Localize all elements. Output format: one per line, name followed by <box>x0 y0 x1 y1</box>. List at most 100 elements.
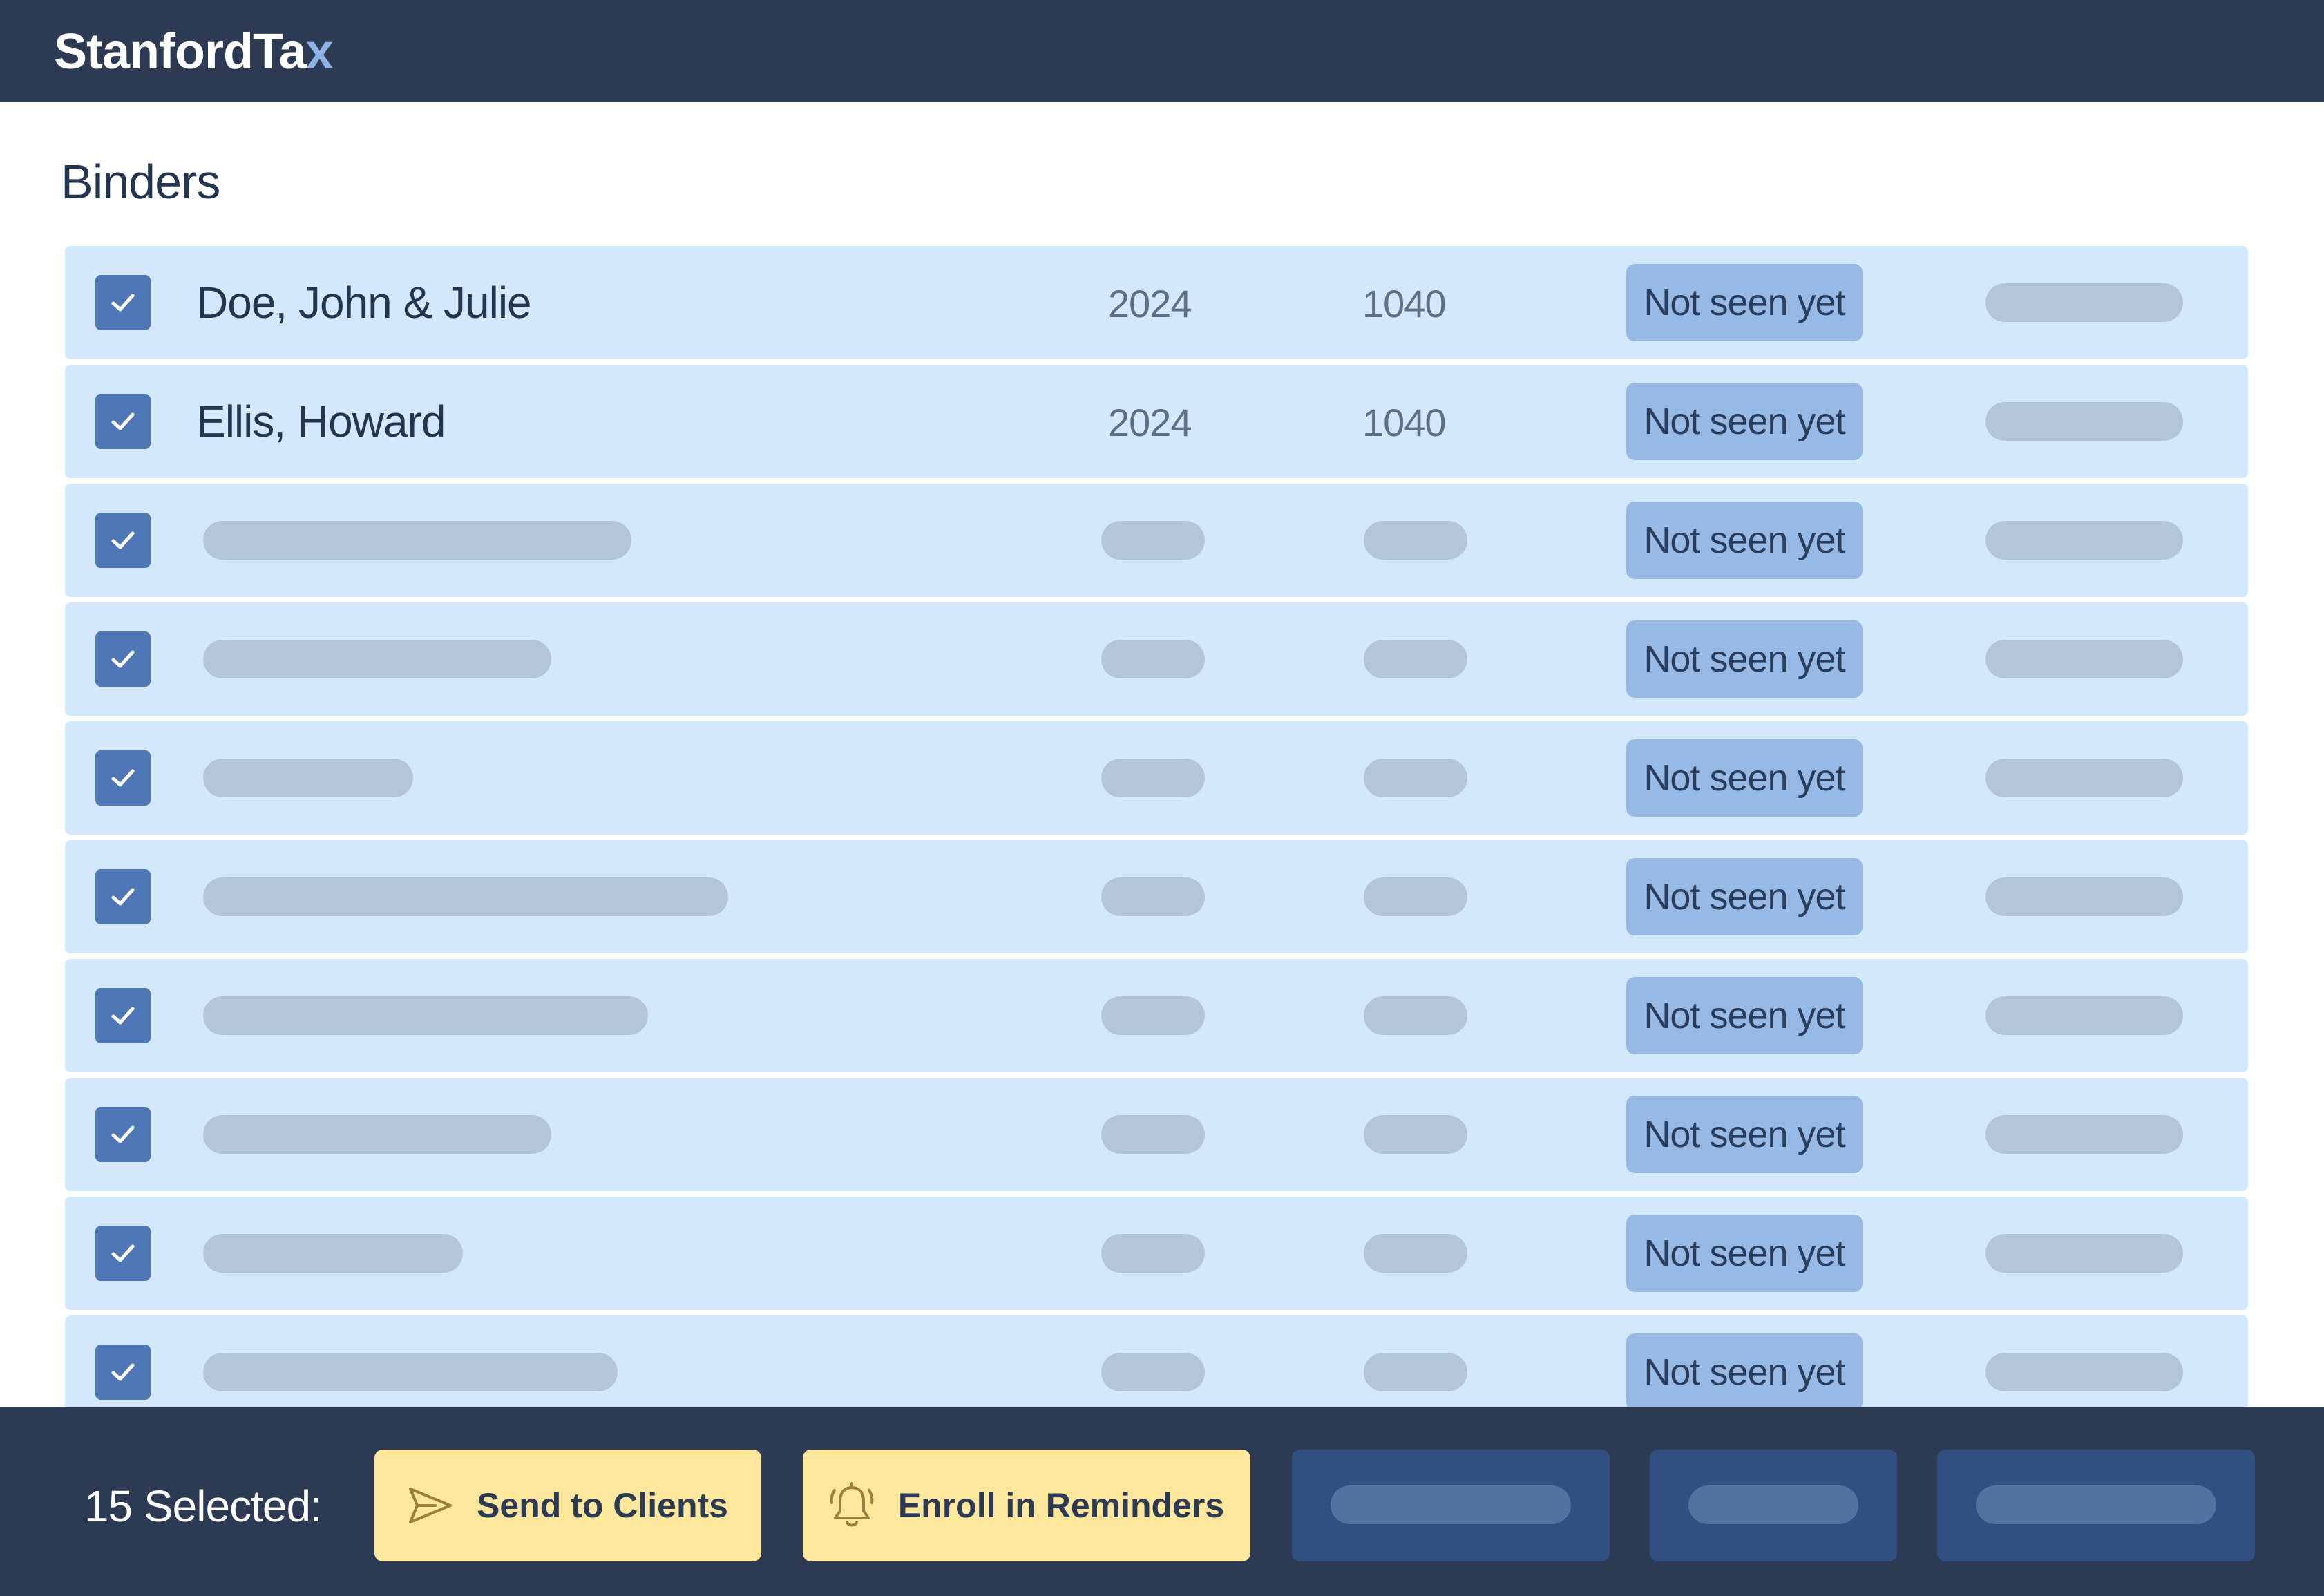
row-checkbox[interactable] <box>95 1226 151 1281</box>
checkmark-icon <box>111 650 135 668</box>
placeholder-bar <box>1985 1353 2183 1391</box>
year-placeholder <box>1101 1353 1205 1391</box>
year-placeholder <box>1101 996 1205 1035</box>
checkmark-icon <box>111 1244 135 1262</box>
checkmark-icon <box>111 531 135 549</box>
checkmark-icon <box>111 1125 135 1143</box>
button-label-placeholder <box>1976 1485 2216 1524</box>
send-icon <box>409 1488 453 1523</box>
top-navigation-bar: StanfordTax <box>0 0 2324 102</box>
placeholder-bar <box>1985 283 2183 322</box>
selected-count: 15 Selected: <box>84 1481 323 1531</box>
checkmark-icon <box>111 412 135 430</box>
checkmark-icon <box>111 769 135 787</box>
bulk-action-bar: 15 Selected: Send to Clients Enroll in R… <box>0 1407 2324 1596</box>
placeholder-bar <box>1985 759 2183 797</box>
row-checkbox[interactable] <box>95 869 151 924</box>
logo-text-main: StanfordTa <box>54 24 307 79</box>
form-type: 1040 <box>1362 401 1447 444</box>
page-title: Binders <box>61 155 220 209</box>
button-label-placeholder <box>1331 1485 1571 1524</box>
secondary-action-button[interactable] <box>1937 1450 2255 1561</box>
row-checkbox[interactable] <box>95 750 151 806</box>
year-placeholder <box>1101 759 1205 797</box>
binder-row[interactable]: Not seen yet <box>65 484 2248 597</box>
checkmark-icon <box>111 1007 135 1025</box>
row-checkbox[interactable] <box>95 1345 151 1400</box>
form-placeholder <box>1364 1234 1467 1273</box>
secondary-action-button[interactable] <box>1292 1450 1610 1561</box>
year-placeholder <box>1101 521 1205 560</box>
row-checkbox[interactable] <box>95 513 151 568</box>
tax-year: 2024 <box>1108 401 1192 444</box>
client-name[interactable]: Doe, John & Julie <box>196 272 532 333</box>
form-placeholder <box>1364 996 1467 1035</box>
row-checkbox[interactable] <box>95 394 151 449</box>
name-placeholder <box>203 640 551 678</box>
placeholder-bar <box>1985 877 2183 916</box>
form-placeholder <box>1364 521 1467 560</box>
form-placeholder <box>1364 759 1467 797</box>
status-badge: Not seen yet <box>1626 1333 1863 1407</box>
enroll-in-reminders-button[interactable]: Enroll in Reminders <box>803 1450 1250 1561</box>
year-placeholder <box>1101 877 1205 916</box>
form-type: 1040 <box>1362 282 1447 325</box>
status-badge: Not seen yet <box>1626 1215 1863 1292</box>
send-to-clients-label: Send to Clients <box>477 1486 728 1525</box>
name-placeholder <box>203 877 728 916</box>
status-badge: Not seen yet <box>1626 977 1863 1054</box>
tax-year: 2024 <box>1108 282 1192 325</box>
name-placeholder <box>203 1115 551 1154</box>
status-badge: Not seen yet <box>1626 739 1863 817</box>
placeholder-bar <box>1985 1115 2183 1154</box>
year-placeholder <box>1101 1234 1205 1273</box>
client-name[interactable]: Ellis, Howard <box>196 391 446 452</box>
send-to-clients-button[interactable]: Send to Clients <box>374 1450 761 1561</box>
year-placeholder <box>1101 1115 1205 1154</box>
name-placeholder <box>203 1353 618 1391</box>
status-badge: Not seen yet <box>1626 383 1863 460</box>
checkmark-icon <box>111 294 135 312</box>
status-badge: Not seen yet <box>1626 620 1863 698</box>
binder-row[interactable]: Ellis, Howard 2024 1040 Not seen yet <box>65 365 2248 478</box>
name-placeholder <box>203 1234 463 1273</box>
logo-text-accent: x <box>305 24 334 79</box>
form-placeholder <box>1364 1353 1467 1391</box>
binder-row[interactable]: Not seen yet <box>65 1315 2248 1407</box>
binder-row[interactable]: Not seen yet <box>65 840 2248 953</box>
status-badge: Not seen yet <box>1626 1096 1863 1173</box>
placeholder-bar <box>1985 1234 2183 1273</box>
row-checkbox[interactable] <box>95 631 151 687</box>
button-label-placeholder <box>1688 1485 1858 1524</box>
binder-row[interactable]: Not seen yet <box>65 721 2248 835</box>
checkmark-icon <box>111 1363 135 1381</box>
form-placeholder <box>1364 877 1467 916</box>
binder-row[interactable]: Not seen yet <box>65 602 2248 716</box>
form-placeholder <box>1364 640 1467 678</box>
row-checkbox[interactable] <box>95 1107 151 1162</box>
name-placeholder <box>203 996 648 1035</box>
form-placeholder <box>1364 1115 1467 1154</box>
placeholder-bar <box>1985 640 2183 678</box>
checkmark-icon <box>111 888 135 906</box>
binder-row[interactable]: Not seen yet <box>65 1078 2248 1191</box>
enroll-in-reminders-label: Enroll in Reminders <box>897 1486 1225 1525</box>
stanfordtax-logo[interactable]: StanfordTax <box>54 21 334 83</box>
status-badge: Not seen yet <box>1626 502 1863 579</box>
bell-icon <box>830 1482 874 1527</box>
placeholder-bar <box>1985 521 2183 560</box>
secondary-action-button[interactable] <box>1650 1450 1897 1561</box>
row-checkbox[interactable] <box>95 275 151 330</box>
row-checkbox[interactable] <box>95 988 151 1043</box>
placeholder-bar <box>1985 402 2183 441</box>
name-placeholder <box>203 759 413 797</box>
year-placeholder <box>1101 640 1205 678</box>
name-placeholder <box>203 521 631 560</box>
binder-row[interactable]: Not seen yet <box>65 1197 2248 1310</box>
binder-row[interactable]: Not seen yet <box>65 959 2248 1072</box>
status-badge: Not seen yet <box>1626 858 1863 935</box>
binder-row[interactable]: Doe, John & Julie 2024 1040 Not seen yet <box>65 246 2248 359</box>
binders-list: Doe, John & Julie 2024 1040 Not seen yet… <box>65 246 2248 1407</box>
status-badge: Not seen yet <box>1626 264 1863 341</box>
placeholder-bar <box>1985 996 2183 1035</box>
